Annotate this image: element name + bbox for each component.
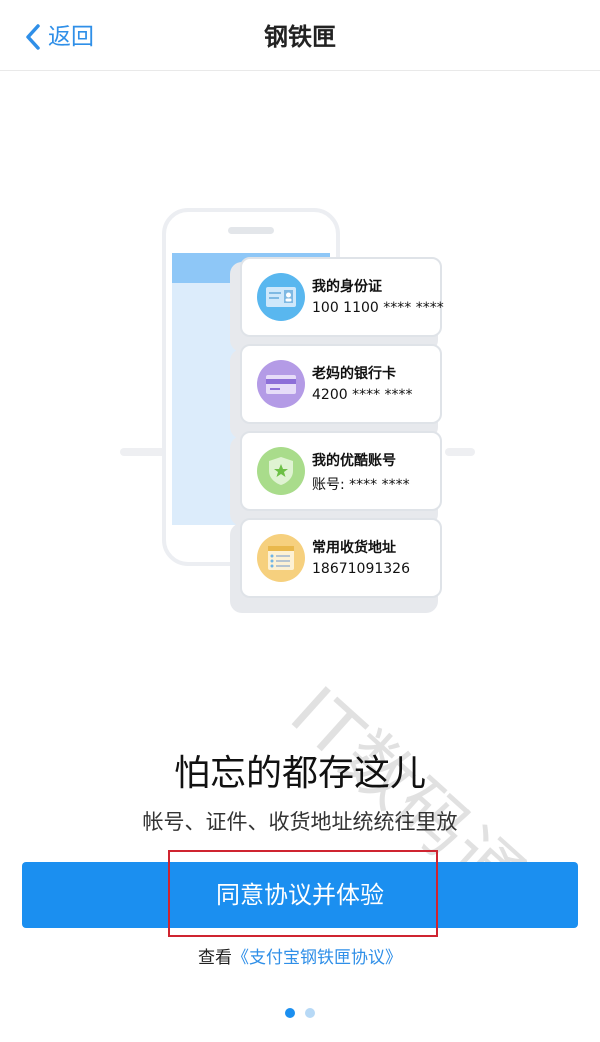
card-subtitle: 18671091326: [312, 561, 410, 577]
card-subtitle: 4200 **** ****: [312, 387, 413, 403]
page-dot-active[interactable]: [285, 1008, 295, 1018]
agreement-link[interactable]: 《支付宝钢铁匣协议》: [232, 948, 402, 968]
card-bank: 老妈的银行卡 4200 **** ****: [240, 344, 442, 424]
card-address: 常用收货地址 18671091326: [240, 518, 442, 598]
page-title: 钢铁匣: [264, 23, 336, 51]
phone-speaker: [228, 227, 274, 234]
illustration: 我的身份证 100 1100 **** **** 老妈的银行卡 4200 ***…: [0, 70, 600, 630]
agreement-line: 查看《支付宝钢铁匣协议》: [0, 945, 600, 971]
headline: 怕忘的都存这儿: [173, 753, 426, 794]
id-card-icon: [257, 273, 305, 321]
card-subtitle: 100 1100 **** ****: [312, 300, 444, 316]
card-title: 老妈的银行卡: [312, 366, 396, 382]
shield-star-icon: [257, 447, 305, 495]
card-account: 我的优酷账号 账号: **** ****: [240, 431, 442, 511]
page-dot[interactable]: [305, 1008, 315, 1018]
subheadline: 帐号、证件、收货地址统统往里放: [142, 810, 458, 834]
page-indicator: [0, 1008, 600, 1018]
card-id: 我的身份证 100 1100 **** ****: [240, 257, 444, 337]
bank-card-icon: [257, 360, 305, 408]
card-title: 我的优酷账号: [312, 453, 396, 469]
card-subtitle: 账号: **** ****: [312, 477, 410, 493]
agreement-prefix: 查看: [198, 948, 232, 968]
highlight-annotation-box: [168, 850, 438, 937]
card-title: 我的身份证: [312, 279, 382, 295]
screen: 返回 钢铁匣 我的身份证 100 1100 **** **** 老妈的银行卡 4…: [0, 0, 600, 1042]
address-list-icon: [257, 534, 305, 582]
card-title: 常用收货地址: [312, 540, 396, 556]
decor-line-right: [445, 448, 475, 456]
navbar: 返回 钢铁匣: [0, 0, 600, 71]
